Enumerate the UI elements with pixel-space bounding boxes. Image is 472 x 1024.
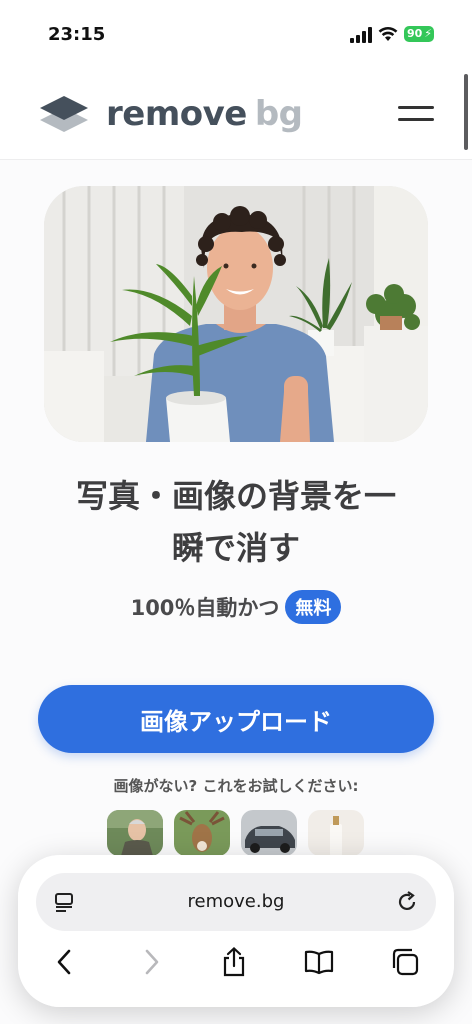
sample-thumbnail-product[interactable] bbox=[308, 810, 364, 856]
battery-icon: 90 ⚡ bbox=[404, 26, 434, 42]
hero-image bbox=[44, 186, 428, 442]
charging-bolt-icon: ⚡ bbox=[424, 27, 432, 40]
sample-thumbnail-animal[interactable] bbox=[174, 810, 230, 856]
logo-text-remove: remove bbox=[106, 94, 247, 134]
hero-subtitle: 100％自動かつ 無料 bbox=[20, 590, 452, 624]
address-bar[interactable]: remove.bg bbox=[36, 873, 436, 931]
reload-icon[interactable] bbox=[396, 891, 418, 913]
wifi-icon bbox=[378, 26, 398, 41]
hero-title-line1: 写真・画像の背景を一 bbox=[75, 477, 396, 515]
bookmarks-icon[interactable] bbox=[304, 947, 334, 977]
back-icon[interactable] bbox=[50, 947, 80, 977]
sample-thumbnail-car[interactable] bbox=[241, 810, 297, 856]
sample-prompt: 画像がない? これをお試しください: bbox=[113, 777, 359, 795]
hamburger-menu-icon[interactable] bbox=[398, 102, 434, 124]
browser-toolbar: remove.bg bbox=[18, 855, 454, 1007]
status-bar: 23:15 90 ⚡ bbox=[0, 0, 472, 66]
subtitle-text: 100％自動かつ bbox=[130, 596, 280, 620]
status-time: 23:15 bbox=[48, 24, 106, 45]
share-icon[interactable] bbox=[219, 947, 249, 977]
logo-text-bg: bg bbox=[254, 94, 303, 134]
tabs-icon[interactable] bbox=[390, 947, 420, 977]
scrollbar[interactable] bbox=[464, 74, 468, 150]
logo-icon bbox=[40, 96, 88, 132]
site-header: remove bg bbox=[0, 66, 472, 160]
logo[interactable]: remove bg bbox=[38, 94, 303, 134]
hero-title: 写真・画像の背景を一 瞬で消す bbox=[20, 470, 452, 574]
free-badge: 無料 bbox=[285, 590, 342, 624]
sample-images bbox=[107, 810, 367, 856]
cellular-signal-icon bbox=[350, 27, 372, 43]
forward-icon[interactable] bbox=[136, 947, 166, 977]
hero-title-line2: 瞬で消す bbox=[171, 529, 300, 567]
battery-level: 90 bbox=[407, 27, 423, 40]
sample-thumbnail-person[interactable] bbox=[107, 810, 163, 856]
url-text: remove.bg bbox=[187, 891, 285, 912]
upload-image-button[interactable]: 画像アップロード bbox=[38, 685, 434, 753]
